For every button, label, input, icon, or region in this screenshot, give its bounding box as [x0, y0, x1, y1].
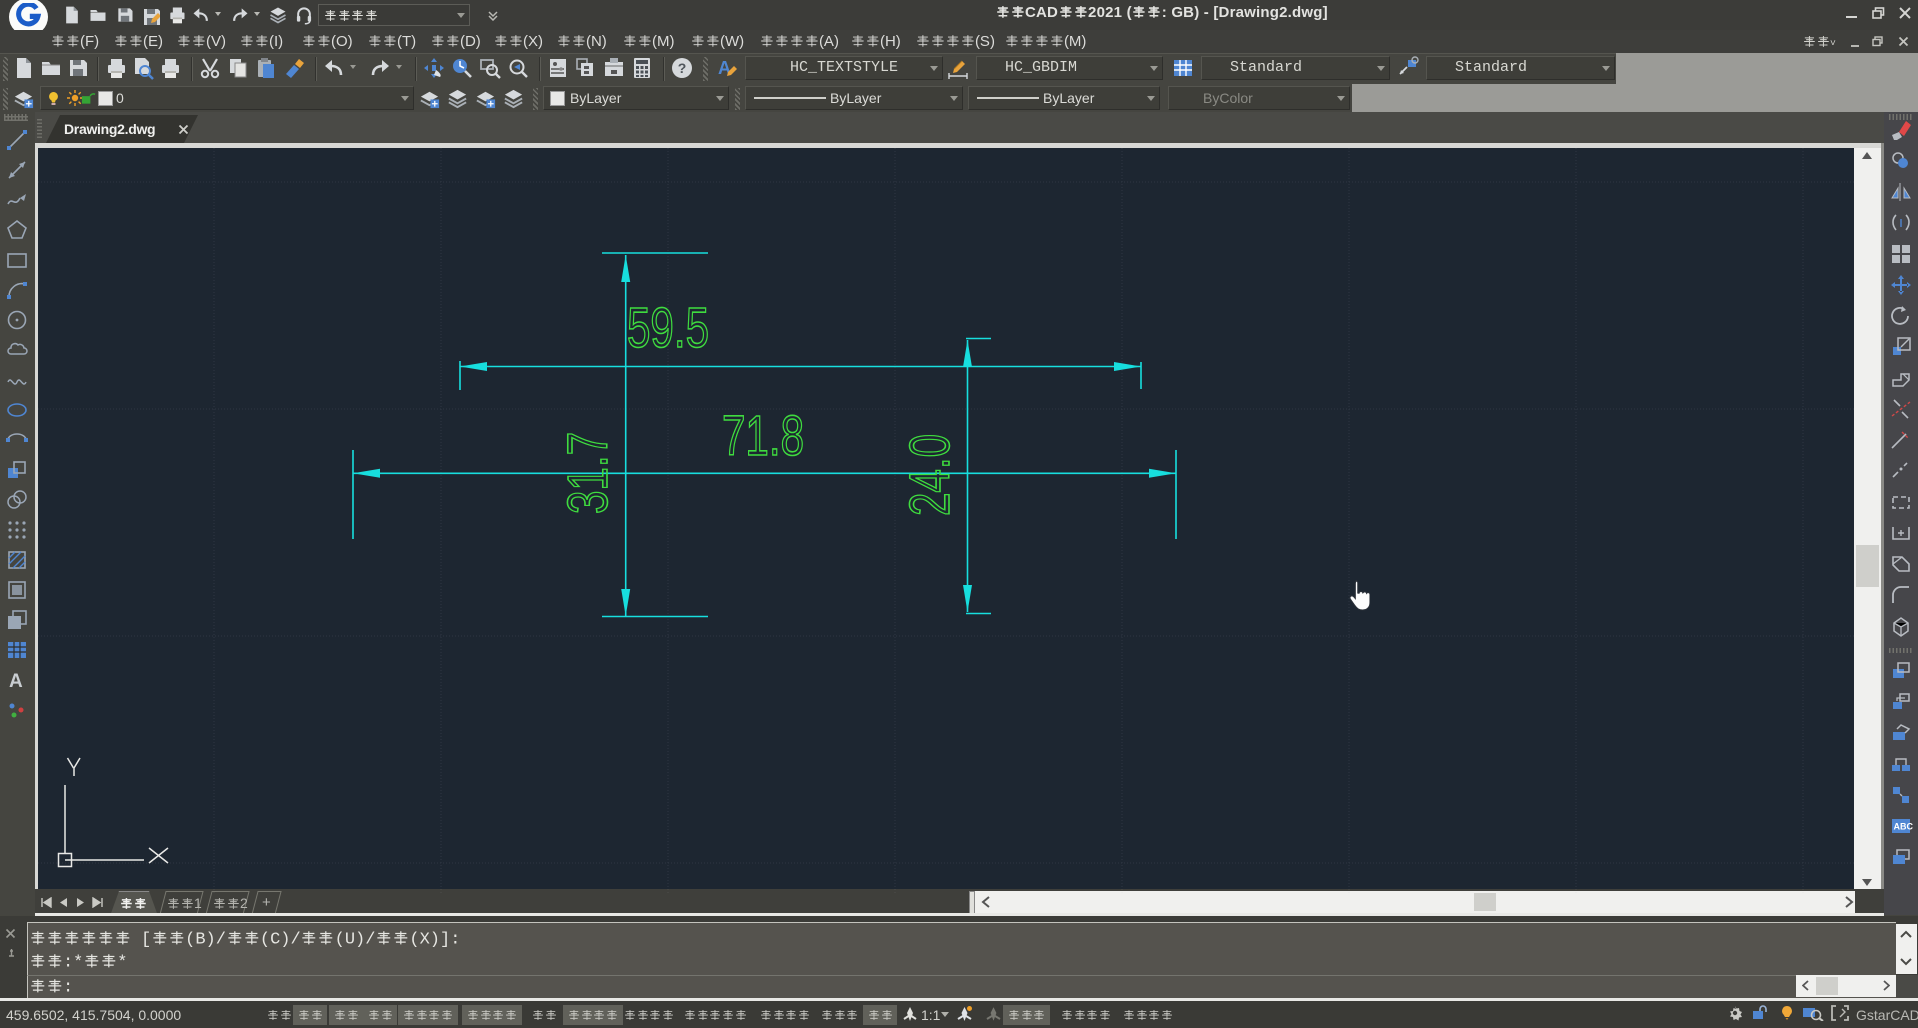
svg-text:?: ? [678, 60, 687, 76]
svg-text:ABC: ABC [1894, 822, 1914, 832]
svg-text:A: A [9, 671, 23, 692]
